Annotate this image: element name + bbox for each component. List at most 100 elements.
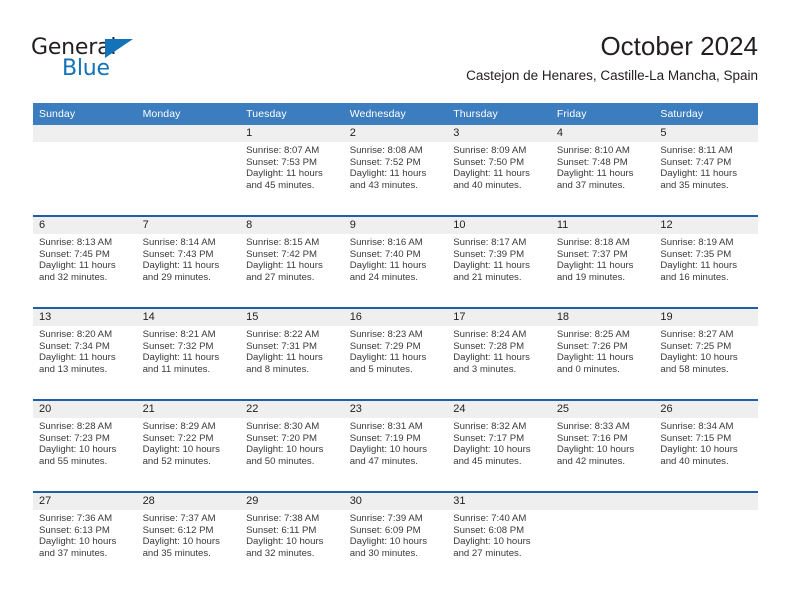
day-cell-inner: 12 Sunrise: 8:19 AM Sunset: 7:35 PM Dayligh…: [654, 217, 758, 307]
day-details: Sunrise: 8:22 AM Sunset: 7:31 PM Daylight:…: [240, 326, 344, 375]
calendar-week-row: 1 Sunrise: 8:07 AM Sunset: 7:53 PM Daylight…: [33, 125, 758, 216]
day-details: Sunrise: 8:28 AM Sunset: 7:23 PM Daylight:…: [33, 418, 137, 467]
day-detail-line: Daylight: 11 hours: [246, 168, 323, 180]
day-cell-inner: 22 Sunrise: 8:30 AM Sunset: 7:20 PM Dayligh…: [240, 401, 344, 491]
day-detail-line: Daylight: 10 hours: [142, 444, 220, 456]
day-number: 28: [136, 493, 241, 510]
day-detail-line: Sunrise: 8:14 AM: [142, 237, 216, 248]
day-cell-inner: 16 Sunrise: 8:23 AM Sunset: 7:29 PM Dayligh…: [343, 309, 448, 399]
day-detail-line: Sunset: 6:13 PM: [39, 524, 110, 536]
day-detail-line: Sunset: 7:26 PM: [556, 340, 628, 352]
day-details: Sunrise: 7:38 AM Sunset: 6:11 PM Daylight:…: [240, 510, 344, 559]
day-detail-line: Sunset: 7:19 PM: [349, 432, 421, 444]
day-number: 15: [240, 309, 344, 326]
calendar-day-cell[interactable]: 27 Sunrise: 7:36 AM Sunset: 6:13 PM Dayligh…: [33, 492, 137, 583]
weekday-header-cell: Tuesday: [240, 103, 344, 125]
calendar-day-cell[interactable]: 18 Sunrise: 8:25 AM Sunset: 7:26 PM Dayligh…: [550, 308, 655, 400]
calendar-empty-cell: [550, 492, 655, 583]
calendar-day-cell[interactable]: 20 Sunrise: 8:28 AM Sunset: 7:23 PM Dayligh…: [33, 400, 137, 492]
day-number: 11: [550, 217, 655, 234]
calendar-day-cell[interactable]: 7 Sunrise: 8:14 AM Sunset: 7:43 PM Daylight…: [136, 216, 241, 308]
day-detail-line: Sunset: 7:17 PM: [453, 432, 525, 444]
day-cell-inner: 21 Sunrise: 8:29 AM Sunset: 7:22 PM Dayligh…: [136, 401, 241, 491]
calendar-day-cell[interactable]: 21 Sunrise: 8:29 AM Sunset: 7:22 PM Dayligh…: [136, 400, 241, 492]
day-number: 8: [240, 217, 344, 234]
calendar-day-cell[interactable]: 30 Sunrise: 7:39 AM Sunset: 6:09 PM Dayligh…: [343, 492, 448, 583]
day-detail-line: Daylight: 10 hours: [39, 536, 117, 548]
day-detail-line: and 11 minutes.: [142, 363, 211, 375]
calendar-day-cell[interactable]: 23 Sunrise: 8:31 AM Sunset: 7:19 PM Dayligh…: [343, 400, 448, 492]
calendar-day-cell[interactable]: 16 Sunrise: 8:23 AM Sunset: 7:29 PM Dayligh…: [343, 308, 448, 400]
day-cell-inner: 11 Sunrise: 8:18 AM Sunset: 7:37 PM Dayligh…: [550, 217, 655, 307]
calendar-day-cell[interactable]: 24 Sunrise: 8:32 AM Sunset: 7:17 PM Dayligh…: [447, 400, 551, 492]
day-detail-line: Daylight: 11 hours: [246, 260, 323, 272]
day-detail-line: and 16 minutes.: [660, 271, 729, 283]
day-cell-inner: 18 Sunrise: 8:25 AM Sunset: 7:26 PM Dayligh…: [550, 309, 655, 399]
page-header: General Blue October 2024 Castejon de He…: [0, 0, 792, 100]
day-number: 1: [240, 125, 344, 142]
day-detail-line: Daylight: 11 hours: [660, 260, 737, 272]
day-number: 2: [343, 125, 448, 142]
day-detail-line: and 19 minutes.: [556, 271, 626, 283]
day-detail-line: Sunrise: 8:15 AM: [246, 237, 320, 248]
calendar-day-cell[interactable]: 22 Sunrise: 8:30 AM Sunset: 7:20 PM Dayligh…: [240, 400, 344, 492]
day-detail-line: Sunrise: 8:25 AM: [556, 329, 630, 340]
calendar-day-cell[interactable]: 6 Sunrise: 8:13 AM Sunset: 7:45 PM Daylight…: [33, 216, 137, 308]
day-cell-inner: 10 Sunrise: 8:17 AM Sunset: 7:39 PM Dayligh…: [447, 217, 551, 307]
day-detail-line: Daylight: 11 hours: [453, 168, 530, 180]
calendar-day-cell[interactable]: 15 Sunrise: 8:22 AM Sunset: 7:31 PM Dayligh…: [240, 308, 344, 400]
weekday-header-cell: Sunday: [33, 103, 137, 125]
day-detail-line: Daylight: 10 hours: [453, 536, 531, 548]
calendar-day-cell[interactable]: 2 Sunrise: 8:08 AM Sunset: 7:52 PM Daylight…: [343, 125, 448, 216]
calendar-day-cell[interactable]: 10 Sunrise: 8:17 AM Sunset: 7:39 PM Dayligh…: [447, 216, 551, 308]
calendar-day-cell[interactable]: 13 Sunrise: 8:20 AM Sunset: 7:34 PM Dayligh…: [33, 308, 137, 400]
day-detail-line: Daylight: 10 hours: [246, 444, 324, 456]
calendar-day-cell[interactable]: 3 Sunrise: 8:09 AM Sunset: 7:50 PM Daylight…: [447, 125, 551, 216]
calendar-day-cell[interactable]: 28 Sunrise: 7:37 AM Sunset: 6:12 PM Dayligh…: [136, 492, 241, 583]
day-number: 13: [33, 309, 137, 326]
calendar-day-cell[interactable]: 17 Sunrise: 8:24 AM Sunset: 7:28 PM Dayligh…: [447, 308, 551, 400]
calendar-day-cell[interactable]: 12 Sunrise: 8:19 AM Sunset: 7:35 PM Dayligh…: [654, 216, 758, 308]
day-detail-line: and 0 minutes.: [556, 363, 620, 375]
calendar-day-cell[interactable]: 31 Sunrise: 7:40 AM Sunset: 6:08 PM Dayligh…: [447, 492, 551, 583]
calendar-day-cell[interactable]: 4 Sunrise: 8:10 AM Sunset: 7:48 PM Daylight…: [550, 125, 655, 216]
day-detail-line: Daylight: 11 hours: [556, 168, 634, 180]
day-number: 24: [447, 401, 551, 418]
day-details: Sunrise: 8:08 AM Sunset: 7:52 PM Daylight:…: [344, 142, 448, 191]
calendar-day-cell[interactable]: 8 Sunrise: 8:15 AM Sunset: 7:42 PM Daylight…: [240, 216, 344, 308]
day-detail-line: Sunrise: 8:32 AM: [453, 421, 527, 432]
day-detail-line: and 37 minutes.: [39, 547, 108, 559]
day-number: [136, 125, 241, 142]
day-detail-line: Daylight: 10 hours: [453, 444, 531, 456]
day-details: Sunrise: 8:27 AM Sunset: 7:25 PM Daylight:…: [654, 326, 758, 375]
calendar-page: General Blue October 2024 Castejon de He…: [0, 0, 792, 612]
day-detail-line: Daylight: 11 hours: [246, 352, 323, 364]
calendar-day-cell[interactable]: 29 Sunrise: 7:38 AM Sunset: 6:11 PM Dayligh…: [240, 492, 344, 583]
day-number: 30: [343, 493, 448, 510]
day-details: Sunrise: 8:18 AM Sunset: 7:37 PM Daylight:…: [551, 234, 655, 283]
day-detail-line: and 29 minutes.: [142, 271, 211, 283]
calendar-day-cell[interactable]: 1 Sunrise: 8:07 AM Sunset: 7:53 PM Daylight…: [240, 125, 344, 216]
day-number: [654, 493, 758, 510]
day-details: Sunrise: 7:40 AM Sunset: 6:08 PM Daylight:…: [447, 510, 551, 559]
day-detail-line: Sunset: 7:23 PM: [39, 432, 110, 444]
calendar-day-cell[interactable]: 9 Sunrise: 8:16 AM Sunset: 7:40 PM Daylight…: [343, 216, 448, 308]
calendar-day-cell[interactable]: 25 Sunrise: 8:33 AM Sunset: 7:16 PM Dayligh…: [550, 400, 655, 492]
calendar-day-cell[interactable]: 19 Sunrise: 8:27 AM Sunset: 7:25 PM Dayligh…: [654, 308, 758, 400]
day-detail-line: and 3 minutes.: [453, 363, 517, 375]
calendar-empty-cell: [33, 125, 137, 216]
calendar-day-cell[interactable]: 14 Sunrise: 8:21 AM Sunset: 7:32 PM Dayligh…: [136, 308, 241, 400]
calendar-day-cell[interactable]: 11 Sunrise: 8:18 AM Sunset: 7:37 PM Dayligh…: [550, 216, 655, 308]
day-detail-line: and 5 minutes.: [349, 363, 413, 375]
day-detail-line: Sunrise: 8:17 AM: [453, 237, 527, 248]
day-number: [33, 125, 137, 142]
day-detail-line: Sunrise: 8:21 AM: [142, 329, 216, 340]
calendar-day-cell[interactable]: 26 Sunrise: 8:34 AM Sunset: 7:15 PM Dayligh…: [654, 400, 758, 492]
day-detail-line: Daylight: 11 hours: [349, 260, 427, 272]
weekday-header-cell: Saturday: [654, 103, 758, 125]
day-cell-inner: 15 Sunrise: 8:22 AM Sunset: 7:31 PM Dayligh…: [240, 309, 344, 399]
calendar-day-cell[interactable]: 5 Sunrise: 8:11 AM Sunset: 7:47 PM Daylight…: [654, 125, 758, 216]
generalblue-logo[interactable]: General Blue: [31, 36, 181, 84]
day-detail-line: Sunrise: 7:37 AM: [142, 513, 216, 524]
day-cell-inner: [550, 493, 655, 583]
